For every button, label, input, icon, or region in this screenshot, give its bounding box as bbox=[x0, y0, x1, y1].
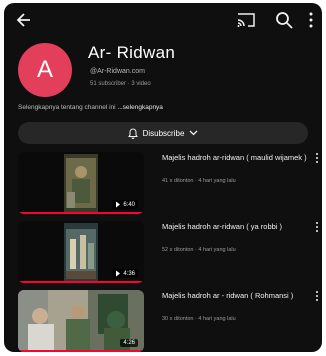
subscribe-button[interactable]: Disubscribe bbox=[18, 122, 308, 144]
more-vert-icon[interactable] bbox=[314, 290, 320, 302]
duration-text: 6:40 bbox=[123, 201, 135, 208]
video-thumbnail[interactable]: 6:40 bbox=[18, 152, 144, 214]
channel-screen: A Ar- Ridwan @Ar-Ridwan.com 51 subscribe… bbox=[4, 3, 322, 352]
description-more-link[interactable]: ...selengkapnya bbox=[117, 104, 163, 111]
channel-handle: @Ar-Ridwan.com bbox=[90, 68, 145, 75]
watch-progress-bar bbox=[18, 212, 144, 214]
video-meta: 41 x ditonton · 4 hari yang lalu bbox=[162, 178, 236, 184]
avatar-letter: A bbox=[36, 56, 53, 83]
video-meta: 30 x ditonton · 4 hari yang lalu bbox=[162, 316, 236, 322]
watch-progress-bar bbox=[18, 281, 144, 283]
more-vert-icon[interactable] bbox=[304, 10, 318, 30]
shorts-icon bbox=[116, 270, 121, 277]
more-vert-icon[interactable] bbox=[314, 152, 320, 164]
search-icon[interactable] bbox=[274, 10, 294, 30]
channel-description[interactable]: Selengkapnya tentang channel ini ...sele… bbox=[18, 104, 163, 111]
channel-stats: 51 subscriber · 3 video bbox=[90, 81, 151, 87]
channel-name: Ar- Ridwan bbox=[88, 43, 176, 62]
duration-text: 4:36 bbox=[123, 270, 135, 277]
video-item[interactable]: 4:36 Majelis hadroh ar-ridwan ( ya robbi… bbox=[4, 221, 322, 285]
cast-icon[interactable] bbox=[236, 11, 256, 29]
chevron-down-icon bbox=[189, 130, 198, 136]
bell-icon bbox=[127, 127, 138, 139]
description-text: Selengkapnya tentang channel ini bbox=[18, 104, 118, 111]
back-arrow-icon[interactable] bbox=[14, 10, 34, 30]
duration-badge: 4:36 bbox=[112, 269, 138, 278]
duration-badge: 4:26 bbox=[120, 339, 138, 347]
video-meta: 52 x ditonton · 4 hari yang lalu bbox=[162, 247, 236, 253]
more-vert-icon[interactable] bbox=[314, 221, 320, 233]
video-thumbnail[interactable]: 4:36 bbox=[18, 221, 144, 283]
video-title[interactable]: Majelis hadroh ar-ridwan ( ya robbi ) bbox=[162, 221, 310, 232]
subscribe-label: Disubscribe bbox=[142, 128, 185, 138]
duration-text: 4:26 bbox=[123, 340, 135, 346]
video-item[interactable]: 6:40 Majelis hadroh ar-ridwan ( maulid w… bbox=[4, 152, 322, 216]
video-title[interactable]: Majelis hadroh ar - ridwan ( Rohmansi ) bbox=[162, 290, 310, 301]
video-title[interactable]: Majelis hadroh ar-ridwan ( maulid wijame… bbox=[162, 152, 310, 163]
duration-badge: 6:40 bbox=[112, 200, 138, 209]
video-item[interactable]: 4:26 Majelis hadroh ar - ridwan ( Rohman… bbox=[4, 290, 322, 352]
video-thumbnail[interactable]: 4:26 bbox=[18, 290, 144, 352]
watch-progress-bar bbox=[18, 350, 144, 352]
shorts-icon bbox=[116, 201, 121, 208]
channel-avatar[interactable]: A bbox=[18, 43, 72, 97]
top-bar bbox=[4, 3, 322, 37]
